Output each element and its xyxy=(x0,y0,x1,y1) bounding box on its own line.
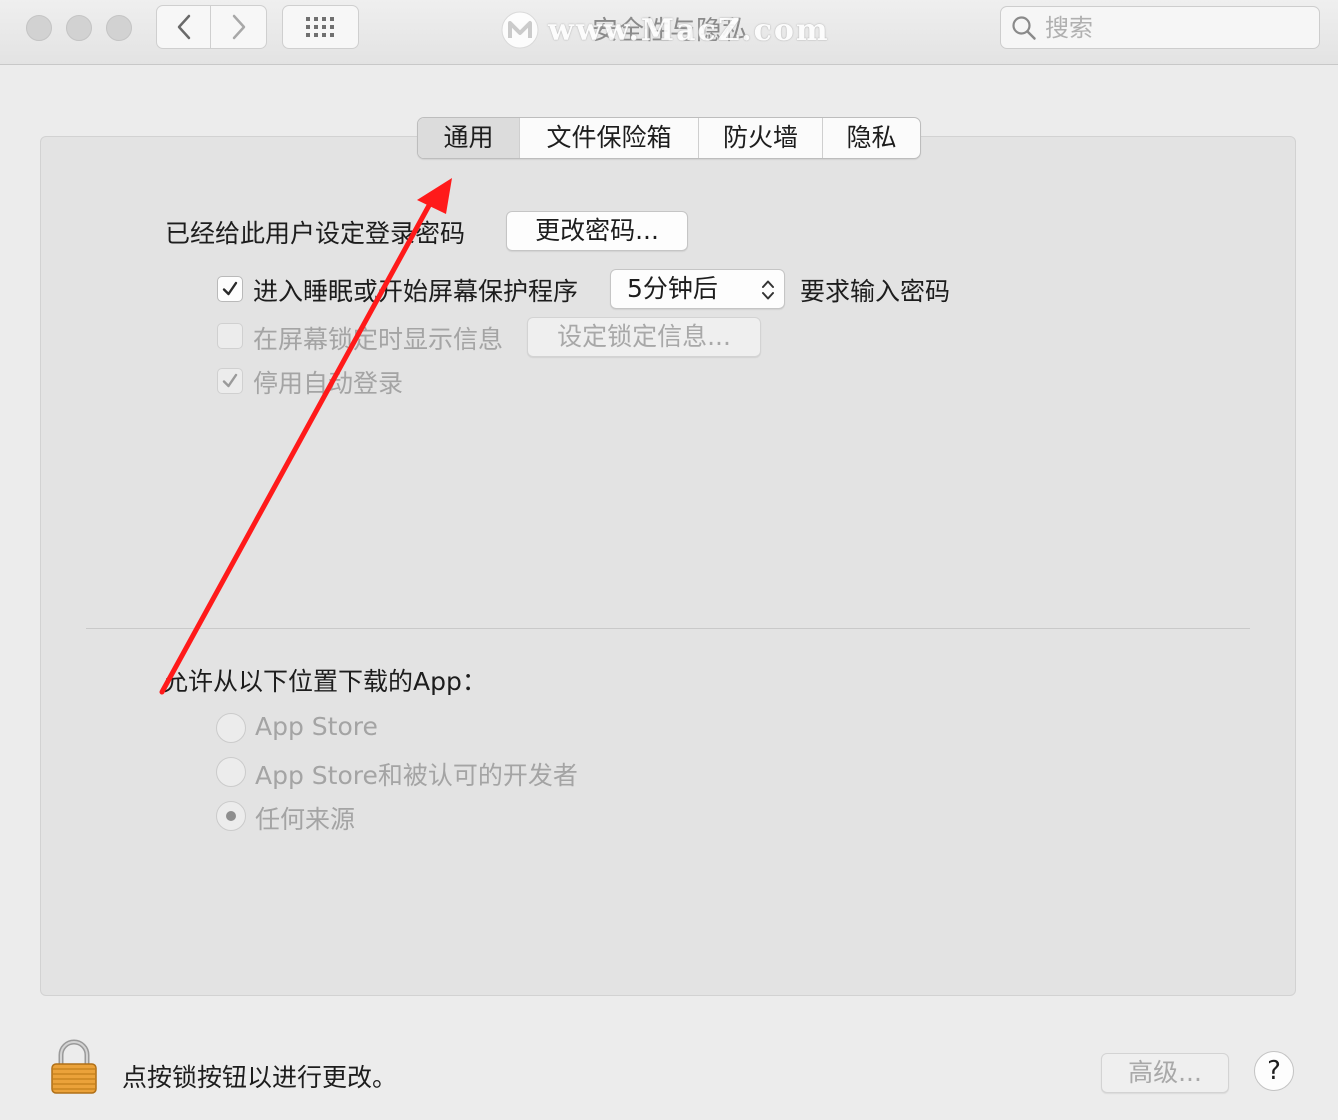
radio-selected-dot xyxy=(226,811,236,821)
set-lock-message-button[interactable]: 设定锁定信息... xyxy=(527,317,761,357)
lock-button[interactable] xyxy=(50,1039,98,1099)
macz-logo-icon xyxy=(501,11,539,49)
section-divider xyxy=(86,628,1250,629)
tab-bar: 通用 文件保险箱 防火墙 隐私 xyxy=(417,117,921,159)
require-password-label: 进入睡眠或开始屏幕保护程序 xyxy=(253,277,579,306)
checkmark-icon xyxy=(222,373,238,388)
radio-anywhere-label: 任何来源 xyxy=(255,805,356,834)
password-delay-select[interactable]: 5分钟后 xyxy=(610,269,785,309)
lock-icon xyxy=(51,1039,97,1094)
watermark: www.MacZ.com xyxy=(500,8,830,52)
search-field[interactable] xyxy=(1000,6,1320,49)
watermark-text: www.MacZ.com xyxy=(548,12,830,48)
radio-app-store-identified[interactable] xyxy=(216,757,246,787)
advanced-button[interactable]: 高级... xyxy=(1101,1053,1229,1093)
lock-hint-text: 点按锁按钮以进行更改。 xyxy=(122,1063,398,1092)
chevron-right-icon xyxy=(232,14,245,40)
zoom-window-button[interactable] xyxy=(106,15,132,41)
allow-downloads-heading: 允许从以下位置下载的App： xyxy=(163,667,487,696)
updown-chevron-icon xyxy=(762,280,774,300)
minimize-window-button[interactable] xyxy=(66,15,92,41)
checkmark-icon xyxy=(222,281,238,296)
search-input[interactable] xyxy=(1043,12,1287,43)
radio-app-store-label: App Store xyxy=(255,712,378,741)
change-password-button[interactable]: 更改密码... xyxy=(506,211,688,251)
disable-auto-login-label: 停用自动登录 xyxy=(253,369,404,398)
search-icon xyxy=(1012,15,1036,40)
disable-auto-login-checkbox[interactable] xyxy=(217,368,243,394)
tab-general[interactable]: 通用 xyxy=(418,118,519,158)
show-message-label: 在屏幕锁定时显示信息 xyxy=(253,325,504,354)
radio-app-store-identified-label: App Store和被认可的开发者 xyxy=(255,761,578,790)
forward-button[interactable] xyxy=(210,5,267,49)
help-button[interactable]: ? xyxy=(1254,1051,1294,1091)
show-message-checkbox[interactable] xyxy=(217,323,243,349)
require-password-suffix: 要求输入密码 xyxy=(800,277,951,306)
close-window-button[interactable] xyxy=(26,15,52,41)
tab-firewall[interactable]: 防火墙 xyxy=(698,118,822,158)
tab-privacy[interactable]: 隐私 xyxy=(822,118,920,158)
require-password-checkbox[interactable] xyxy=(217,276,243,302)
back-button[interactable] xyxy=(156,5,211,49)
chevron-left-icon xyxy=(177,14,190,40)
radio-anywhere[interactable] xyxy=(216,801,246,831)
password-set-label: 已经给此用户设定登录密码 xyxy=(165,219,466,248)
radio-app-store[interactable] xyxy=(216,713,246,743)
password-delay-value: 5分钟后 xyxy=(627,274,718,303)
show-all-button[interactable] xyxy=(282,5,359,49)
grid-icon xyxy=(305,17,334,37)
tab-content-panel xyxy=(40,136,1296,996)
tab-filevault[interactable]: 文件保险箱 xyxy=(519,118,698,158)
